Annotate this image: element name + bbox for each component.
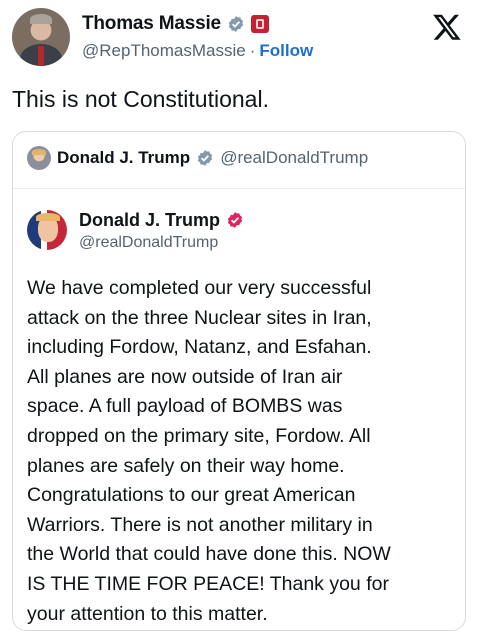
separator-dot: · bbox=[249, 41, 256, 60]
quoted-post[interactable]: Donald J. Trump @realDonaldTrump Donald … bbox=[12, 131, 466, 631]
text-line: IS THE TIME FOR PEACE! Thank you for bbox=[27, 572, 389, 595]
text-line: dropped on the primary site, Fordow. All bbox=[27, 424, 371, 447]
text-line: attack on the three Nuclear sites in Ira… bbox=[27, 306, 372, 329]
inner-post-text: We have completed our very successful at… bbox=[27, 274, 447, 629]
inner-post-header: Donald J. Trump @realDonaldTrump bbox=[27, 204, 447, 254]
avatar-hair bbox=[36, 213, 60, 221]
text-line: space. A full payload of BOMBS was bbox=[27, 395, 343, 418]
post-text: This is not Constitutional. bbox=[12, 86, 269, 112]
quoted-header: Donald J. Trump @realDonaldTrump bbox=[27, 144, 368, 172]
follow-button[interactable]: Follow bbox=[259, 41, 313, 61]
inner-avatar bbox=[27, 210, 67, 250]
quote-divider bbox=[13, 188, 465, 189]
post-header: Thomas Massie @RepThomasMassie · Follow bbox=[12, 8, 468, 68]
verified-badge-icon bbox=[228, 16, 244, 32]
avatar-hair bbox=[30, 14, 52, 24]
author-handle-line: @RepThomasMassie · Follow bbox=[82, 40, 313, 62]
text-line: the World that could have done this. NOW bbox=[27, 543, 391, 566]
author-handle[interactable]: @RepThomasMassie bbox=[82, 41, 246, 61]
tweet-card: Thomas Massie @RepThomasMassie · Follow … bbox=[0, 0, 480, 634]
quoted-author-name: Donald J. Trump bbox=[57, 148, 191, 167]
inner-author-handle: @realDonaldTrump bbox=[79, 234, 219, 251]
text-line: Warriors. There is not another military … bbox=[27, 513, 373, 536]
text-line: We have completed our very successful bbox=[27, 277, 372, 299]
text-line: planes are safely on their way home. bbox=[27, 454, 345, 477]
quoted-author-handle: @realDonaldTrump bbox=[220, 148, 369, 167]
avatar[interactable] bbox=[12, 8, 70, 66]
pink-verified-badge-icon bbox=[227, 212, 243, 228]
text-line: your attention to this matter. bbox=[27, 602, 268, 625]
avatar-tie bbox=[38, 46, 44, 66]
x-logo-icon[interactable] bbox=[432, 12, 462, 42]
author-name[interactable]: Thomas Massie bbox=[82, 13, 221, 35]
quoted-avatar bbox=[27, 146, 51, 170]
text-line: Congratulations to our great American bbox=[27, 484, 356, 507]
inner-name-line: Donald J. Trump bbox=[79, 208, 244, 232]
text-line: including Fordow, Natanz, and Esfahan. bbox=[27, 336, 372, 359]
text-line: All planes are now outside of Iran air bbox=[27, 365, 343, 388]
inner-author-name: Donald J. Trump bbox=[79, 209, 221, 230]
government-badge-icon bbox=[250, 15, 269, 33]
verified-badge-icon bbox=[198, 150, 213, 166]
author-name-line: Thomas Massie bbox=[82, 12, 269, 36]
